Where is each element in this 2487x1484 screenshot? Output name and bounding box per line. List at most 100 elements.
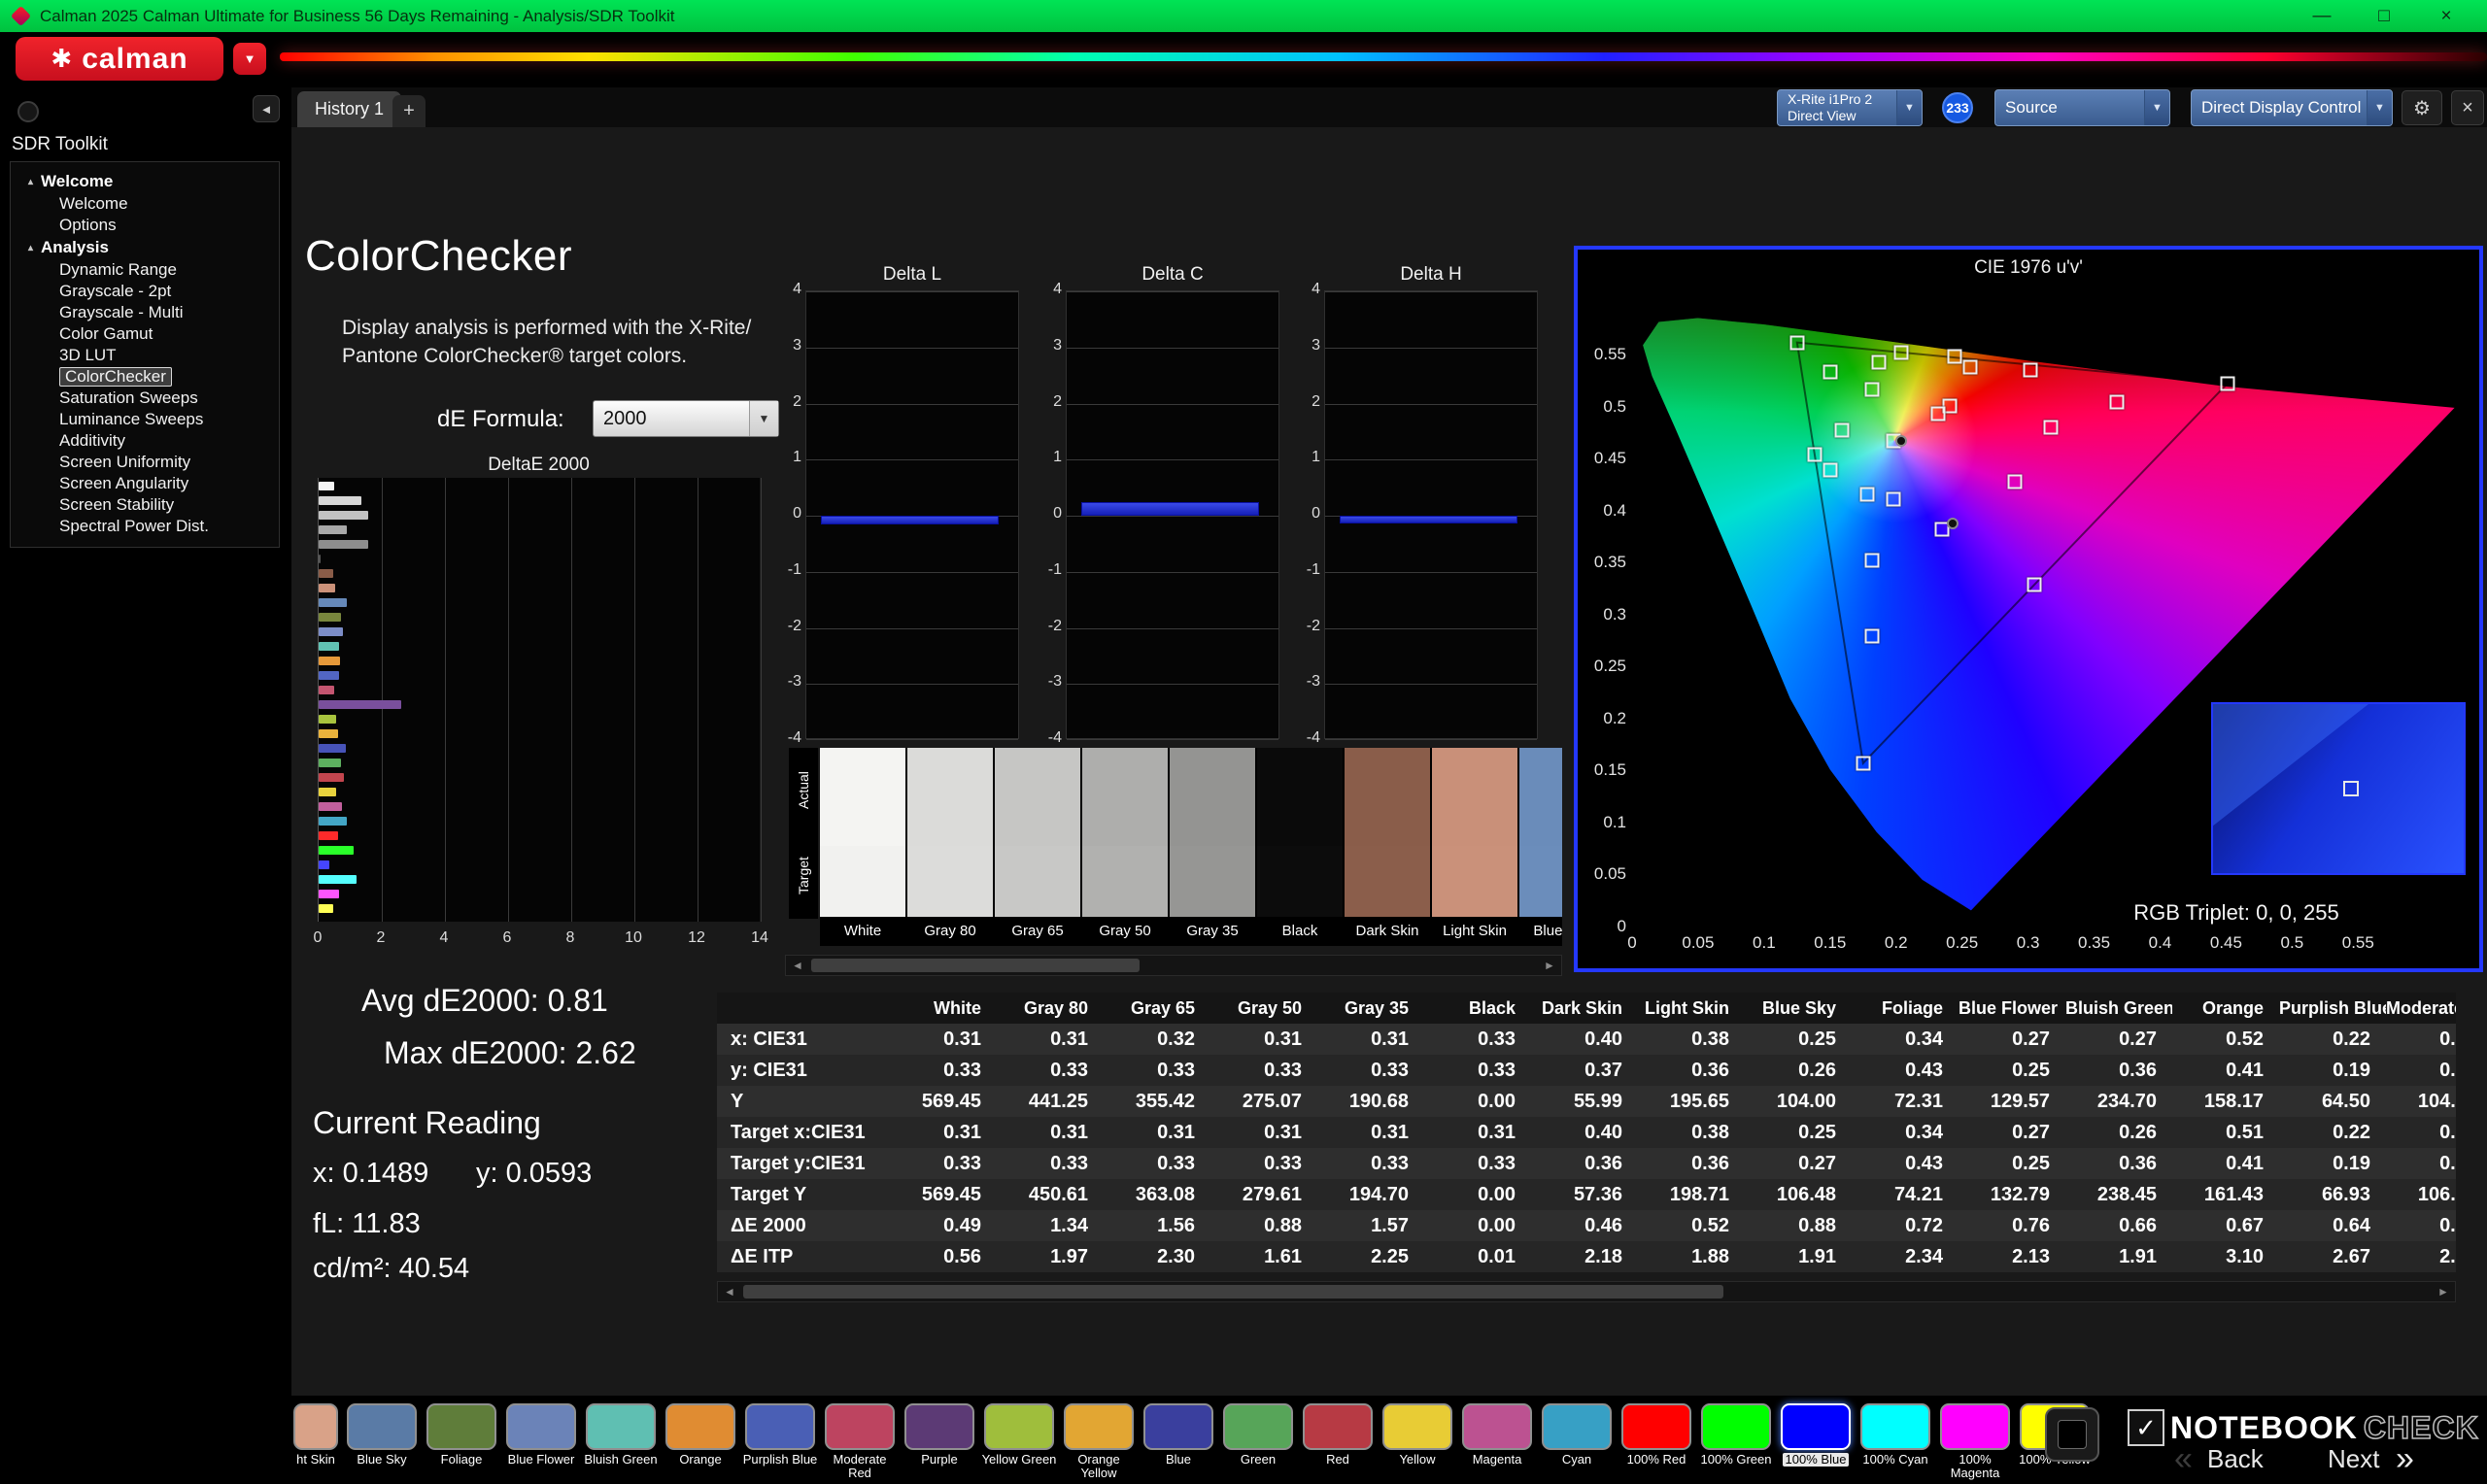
patch-100-red[interactable]: 100% Red (1618, 1403, 1694, 1481)
delta-axis-label: -1 (1295, 561, 1320, 579)
minimize-icon[interactable]: — (2310, 6, 2334, 27)
sidebar-item-saturation-sweeps[interactable]: Saturation Sweeps (11, 388, 279, 409)
table-cell: 1.91 (2065, 1241, 2172, 1272)
sidebar-item-dynamic-range[interactable]: Dynamic Range (11, 259, 279, 281)
table-cell: 2.18 (1531, 1241, 1638, 1272)
patch-purplish-blue[interactable]: Purplish Blue (742, 1403, 818, 1481)
cie-point-blue-flower (1887, 491, 1901, 506)
table-cell: 0.34 (1852, 1117, 1959, 1148)
table-cell: 0.00 (1424, 1179, 1531, 1210)
delta-bar (1081, 502, 1259, 516)
meter-dropdown[interactable]: X-Rite i1Pro 2 Direct View ▼ (1777, 89, 1923, 126)
sidebar-item-colorchecker[interactable]: ColorChecker (11, 366, 279, 388)
swatch-actual (1257, 748, 1343, 846)
scrollbar-thumb[interactable] (743, 1285, 1723, 1298)
table-cell: 0.25 (1745, 1117, 1852, 1148)
table-cell: 106.35 (2386, 1179, 2456, 1210)
delta-gridline (1325, 684, 1537, 685)
calman-menu-button[interactable]: ▼ (233, 43, 266, 75)
workflow-status-icon[interactable] (17, 101, 39, 122)
patch-blue-flower[interactable]: Blue Flower (503, 1403, 579, 1481)
sidebar-item-grayscale-multi[interactable]: Grayscale - Multi (11, 302, 279, 323)
sidebar-item-additivity[interactable]: Additivity (11, 430, 279, 452)
sidebar-item-screen-stability[interactable]: Screen Stability (11, 494, 279, 516)
scroll-right-icon[interactable]: ► (2432, 1285, 2455, 1298)
back-chevrons-icon: « (2174, 1440, 2193, 1478)
scroll-left-icon[interactable]: ◄ (786, 959, 809, 972)
patch-100-green[interactable]: 100% Green (1698, 1403, 1774, 1481)
source-dropdown[interactable]: Source ▼ (1994, 89, 2170, 126)
patch-100-cyan[interactable]: 100% Cyan (1857, 1403, 1933, 1481)
sidebar-item-screen-uniformity[interactable]: Screen Uniformity (11, 452, 279, 473)
patch-yellow-green[interactable]: Yellow Green (981, 1403, 1057, 1481)
settings-gear-button[interactable]: ⚙ (2402, 90, 2442, 125)
table-cell: 0.88 (1210, 1210, 1317, 1241)
cie-y-label: 0.45 (1585, 449, 1626, 468)
close-workspace-button[interactable]: × (2451, 90, 2484, 125)
sidebar-item-options[interactable]: Options (11, 215, 279, 236)
swatch-gray-50: Gray 50 (1082, 748, 1168, 946)
patch-color (1382, 1403, 1452, 1450)
patch-label: Yellow Green (982, 1453, 1057, 1467)
patch-cyan[interactable]: Cyan (1539, 1403, 1615, 1481)
scrollbar-track[interactable] (741, 1282, 2432, 1301)
sidebar-item-screen-angularity[interactable]: Screen Angularity (11, 473, 279, 494)
swatch-actual (820, 748, 905, 846)
delta-axis-label: 2 (1295, 393, 1320, 411)
deltae-bar-yellow (319, 788, 336, 796)
patch-red[interactable]: Red (1300, 1403, 1376, 1481)
table-scrollbar[interactable]: ◄ ► (717, 1281, 2456, 1302)
delta-gridline (1067, 572, 1278, 573)
sidebar-item-3d-lut[interactable]: 3D LUT (11, 345, 279, 366)
sidebar-item-welcome[interactable]: Welcome (11, 193, 279, 215)
swatch-black: Black (1257, 748, 1343, 946)
maximize-icon[interactable]: □ (2372, 6, 2396, 27)
delta-h-title: Delta H (1324, 264, 1538, 286)
scroll-right-icon[interactable]: ► (1538, 959, 1561, 972)
patch-blue-sky[interactable]: Blue Sky (344, 1403, 420, 1481)
patch-ht-skin[interactable]: ht Skin (291, 1403, 340, 1481)
patch-yellow[interactable]: Yellow (1380, 1403, 1455, 1481)
scrollbar-track[interactable] (809, 956, 1538, 975)
sidebar-group-welcome[interactable]: ▴Welcome (11, 170, 279, 193)
add-tab-button[interactable]: + (392, 95, 426, 127)
patch-100-magenta[interactable]: 100% Magenta (1937, 1403, 2013, 1481)
patch-foliage[interactable]: Foliage (424, 1403, 499, 1481)
swatch-actual (1519, 748, 1562, 846)
sidebar-item-color-gamut[interactable]: Color Gamut (11, 323, 279, 345)
display-control-dropdown[interactable]: Direct Display Control ▼ (2191, 89, 2393, 126)
deltae-axis-label: 14 (751, 929, 768, 947)
deltae-bar-yellow-green (319, 715, 336, 724)
next-button[interactable]: Next (2328, 1444, 2379, 1474)
table-cell: 3.10 (2172, 1241, 2279, 1272)
sidebar-collapse-button[interactable]: ◄ (253, 95, 280, 122)
sidebar-item-spectral-power-dist[interactable]: Spectral Power Dist. (11, 516, 279, 537)
patch-moderate-red[interactable]: Moderate Red (822, 1403, 898, 1481)
patch-bluish-green[interactable]: Bluish Green (583, 1403, 659, 1481)
scroll-left-icon[interactable]: ◄ (718, 1285, 741, 1298)
deltae-bar-100-yellow (319, 904, 333, 913)
bottom-bar: ht SkinBlue SkyFoliageBlue FlowerBluish … (0, 1396, 2487, 1484)
delta-gridline (1067, 628, 1278, 629)
patch-100-blue[interactable]: 100% Blue (1778, 1403, 1854, 1481)
patch-orange-yellow[interactable]: Orange Yellow (1061, 1403, 1137, 1481)
swatch-label: Blue Sky (1519, 917, 1562, 944)
de-formula-dropdown[interactable]: 2000 ▼ (593, 400, 779, 437)
patch-orange[interactable]: Orange (663, 1403, 738, 1481)
tab-history-1[interactable]: History 1 (297, 91, 401, 127)
patch-magenta[interactable]: Magenta (1459, 1403, 1535, 1481)
patch-green[interactable]: Green (1220, 1403, 1296, 1481)
cie-1976-chart[interactable]: CIE 1976 u'v' 00.050.10.150.20.250.30.35… (1574, 246, 2483, 972)
sidebar-item-grayscale-2pt[interactable]: Grayscale - 2pt (11, 281, 279, 302)
sidebar-item-luminance-sweeps[interactable]: Luminance Sweeps (11, 409, 279, 430)
calman-logo[interactable]: ✱ calman (16, 37, 223, 81)
sidebar-group-analysis[interactable]: ▴Analysis (11, 236, 279, 259)
close-icon[interactable]: × (2435, 6, 2458, 27)
scrollbar-thumb[interactable] (811, 959, 1140, 972)
patch-blue[interactable]: Blue (1141, 1403, 1216, 1481)
patch-purple[interactable]: Purple (902, 1403, 977, 1481)
pattern-window-button[interactable] (2045, 1407, 2099, 1462)
cie-x-label: 0.3 (2017, 933, 2040, 953)
swatch-scrollbar[interactable]: ◄ ► (785, 955, 1562, 976)
back-button[interactable]: Back (2207, 1444, 2264, 1474)
